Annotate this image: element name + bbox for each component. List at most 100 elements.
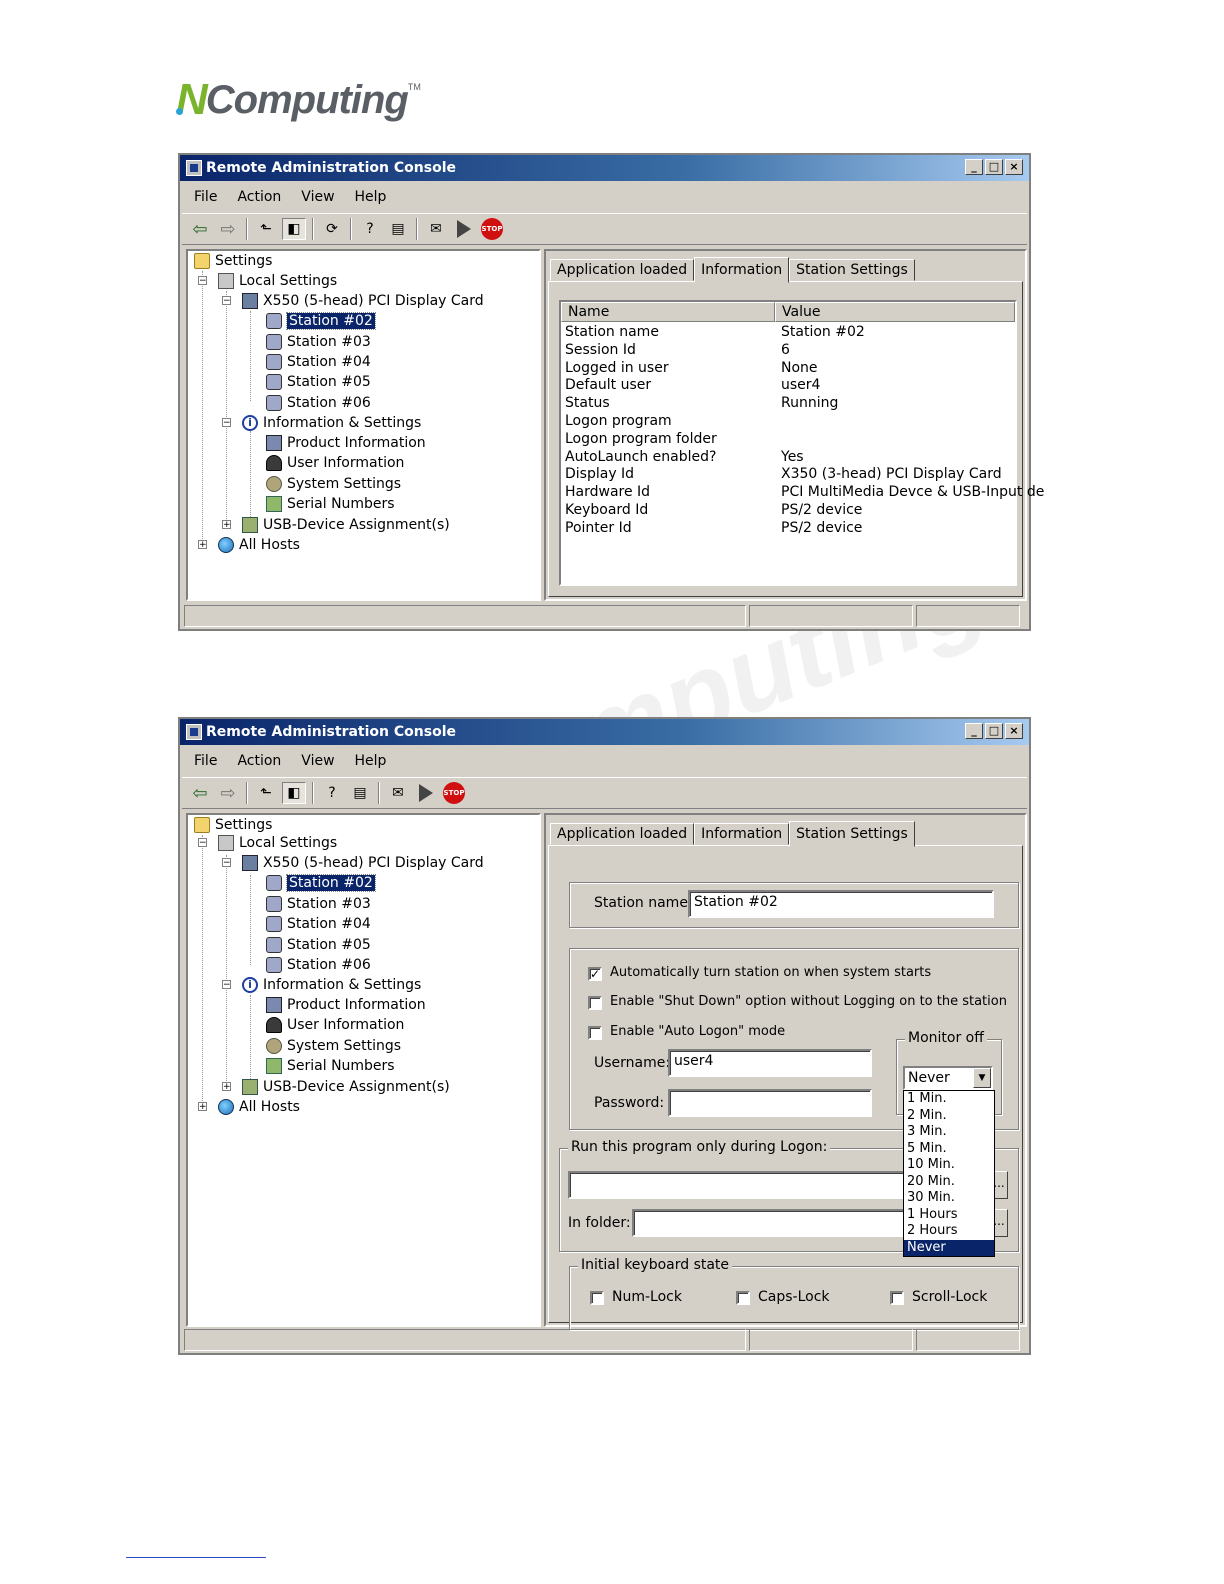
tree-item-system-settings[interactable]: System Settings <box>266 474 401 494</box>
show-tree-icon[interactable]: ◧ <box>282 218 306 240</box>
minimize-button[interactable]: _ <box>965 159 983 175</box>
show-tree-icon[interactable]: ◧ <box>282 782 306 804</box>
list-item[interactable]: Hardware Id PCI MultiMedia Devce & USB-In… <box>565 484 1044 502</box>
tree-item-serial-numbers[interactable]: Serial Numbers <box>266 1056 395 1076</box>
dropdown-option[interactable]: 5 Min. <box>904 1141 994 1158</box>
tree-item-display-card[interactable]: X550 (5-head) PCI Display Card <box>242 853 484 873</box>
collapse-toggle[interactable]: − <box>198 276 207 286</box>
collapse-toggle[interactable]: − <box>222 296 231 306</box>
tree-item-information-settings[interactable]: i Information & Settings <box>242 413 421 433</box>
menu-view[interactable]: View <box>301 753 334 769</box>
properties-icon[interactable]: ▤ <box>348 782 372 804</box>
dropdown-option[interactable]: 10 Min. <box>904 1157 994 1174</box>
dropdown-option[interactable]: 1 Hours <box>904 1207 994 1224</box>
title-bar[interactable]: Remote Administration Console _ □ × <box>180 719 1029 745</box>
dropdown-option[interactable]: 30 Min. <box>904 1190 994 1207</box>
caps-lock-checkbox[interactable] <box>736 1291 750 1305</box>
tree-item-station[interactable]: Station #05 <box>266 935 371 955</box>
list-item[interactable]: Logon program <box>565 413 781 431</box>
auto-turn-on-checkbox[interactable]: ✓ <box>588 967 602 981</box>
back-arrow-icon[interactable]: ⇦ <box>188 218 212 240</box>
forward-arrow-icon[interactable]: ⇨ <box>216 782 240 804</box>
list-item[interactable]: Logged in user None <box>565 360 818 378</box>
tree-item-station[interactable]: Station #06 <box>266 393 371 413</box>
close-button[interactable]: × <box>1005 723 1023 739</box>
play-icon[interactable] <box>414 782 438 804</box>
refresh-icon[interactable]: ⟳ <box>320 218 344 240</box>
list-item[interactable]: Keyboard Id PS/2 device <box>565 502 862 520</box>
dropdown-option[interactable]: Never <box>904 1239 994 1256</box>
list-item[interactable]: Default user user4 <box>565 377 820 395</box>
forward-arrow-icon[interactable]: ⇨ <box>216 218 240 240</box>
dropdown-option[interactable]: 2 Hours <box>904 1223 994 1240</box>
dropdown-option[interactable]: 1 Min. <box>904 1091 994 1108</box>
tab-station-settings[interactable]: Station Settings <box>789 821 915 847</box>
list-item[interactable]: Display Id X350 (3-head) PCI Display Card <box>565 466 1002 484</box>
back-arrow-icon[interactable]: ⇦ <box>188 782 212 804</box>
menu-file[interactable]: File <box>194 753 217 769</box>
password-field[interactable] <box>668 1089 872 1117</box>
tree-item-station[interactable]: Station #03 <box>266 332 371 352</box>
expand-toggle[interactable]: + <box>222 1082 231 1092</box>
up-folder-icon[interactable]: ⬑ <box>254 782 278 804</box>
column-header-value[interactable]: Value <box>775 302 1015 322</box>
num-lock-checkbox[interactable] <box>590 1291 604 1305</box>
tree-item-station[interactable]: Station #02 <box>266 311 376 331</box>
menu-action[interactable]: Action <box>237 753 281 769</box>
tree-item-station[interactable]: Station #02 <box>266 873 376 893</box>
tree-item-all-hosts[interactable]: All Hosts <box>218 1097 300 1117</box>
up-folder-icon[interactable]: ⬑ <box>254 218 278 240</box>
shutdown-checkbox[interactable] <box>588 996 602 1010</box>
collapse-toggle[interactable]: − <box>222 418 231 428</box>
list-item[interactable]: Session Id 6 <box>565 342 790 360</box>
tree-item-settings[interactable]: Settings <box>194 251 272 271</box>
stop-icon[interactable]: STOP <box>442 782 466 804</box>
properties-icon[interactable]: ▤ <box>386 218 410 240</box>
tree-item-information-settings[interactable]: i Information & Settings <box>242 975 421 995</box>
dropdown-option[interactable]: 20 Min. <box>904 1174 994 1191</box>
tree-item-serial-numbers[interactable]: Serial Numbers <box>266 494 395 514</box>
dropdown-option[interactable]: 2 Min. <box>904 1108 994 1125</box>
tree-item-user-information[interactable]: User Information <box>266 1015 404 1035</box>
collapse-toggle[interactable]: − <box>222 980 231 990</box>
monitor-off-dropdown-list[interactable]: 1 Min. 2 Min. 3 Min. 5 Min. 10 Min. 20 Min. 30… <box>903 1090 995 1257</box>
maximize-button[interactable]: □ <box>985 159 1003 175</box>
tree-item-usb-assignment[interactable]: USB-Device Assignment(s) <box>242 515 450 535</box>
tree-item-product-information[interactable]: Product Information <box>266 433 426 453</box>
information-list[interactable]: Name Value Station name Station #02 Sessio… <box>559 300 1044 586</box>
tab-information[interactable]: Information <box>694 823 790 845</box>
expand-toggle[interactable]: + <box>222 520 231 530</box>
collapse-toggle[interactable]: − <box>222 858 231 868</box>
menu-file[interactable]: File <box>194 189 217 205</box>
tab-information[interactable]: Information <box>694 257 790 283</box>
title-bar[interactable]: Remote Administration Console _ □ × <box>180 155 1029 181</box>
menu-view[interactable]: View <box>301 189 334 205</box>
column-header-name[interactable]: Name <box>561 302 775 322</box>
list-item[interactable]: Status Running <box>565 395 838 413</box>
tree-item-station[interactable]: Station #05 <box>266 372 371 392</box>
menu-help[interactable]: Help <box>355 753 387 769</box>
tree-item-user-information[interactable]: User Information <box>266 453 404 473</box>
tree-item-local-settings[interactable]: Local Settings <box>218 271 337 291</box>
dropdown-option[interactable]: 3 Min. <box>904 1124 994 1141</box>
tree-item-station[interactable]: Station #06 <box>266 955 371 975</box>
list-item[interactable]: Logon program folder <box>565 431 781 449</box>
tree-item-system-settings[interactable]: System Settings <box>266 1036 401 1056</box>
tree-item-station[interactable]: Station #04 <box>266 352 371 372</box>
menu-help[interactable]: Help <box>355 189 387 205</box>
tab-application-loaded[interactable]: Application loaded <box>550 823 695 845</box>
tree-item-usb-assignment[interactable]: USB-Device Assignment(s) <box>242 1077 450 1097</box>
tree-item-all-hosts[interactable]: All Hosts <box>218 535 300 555</box>
scroll-lock-checkbox[interactable] <box>890 1291 904 1305</box>
collapse-toggle[interactable]: − <box>198 838 207 848</box>
tree-item-settings[interactable]: Settings <box>194 815 272 835</box>
monitor-off-select[interactable]: Never ▼ <box>903 1066 993 1090</box>
list-item[interactable]: Station name Station #02 <box>565 324 865 342</box>
message-icon[interactable]: ✉ <box>424 218 448 240</box>
username-field[interactable]: user4 <box>668 1049 872 1077</box>
stop-icon[interactable]: STOP <box>480 218 504 240</box>
tree-item-local-settings[interactable]: Local Settings <box>218 833 337 853</box>
tree-item-product-information[interactable]: Product Information <box>266 995 426 1015</box>
tree-item-station[interactable]: Station #03 <box>266 894 371 914</box>
maximize-button[interactable]: □ <box>985 723 1003 739</box>
